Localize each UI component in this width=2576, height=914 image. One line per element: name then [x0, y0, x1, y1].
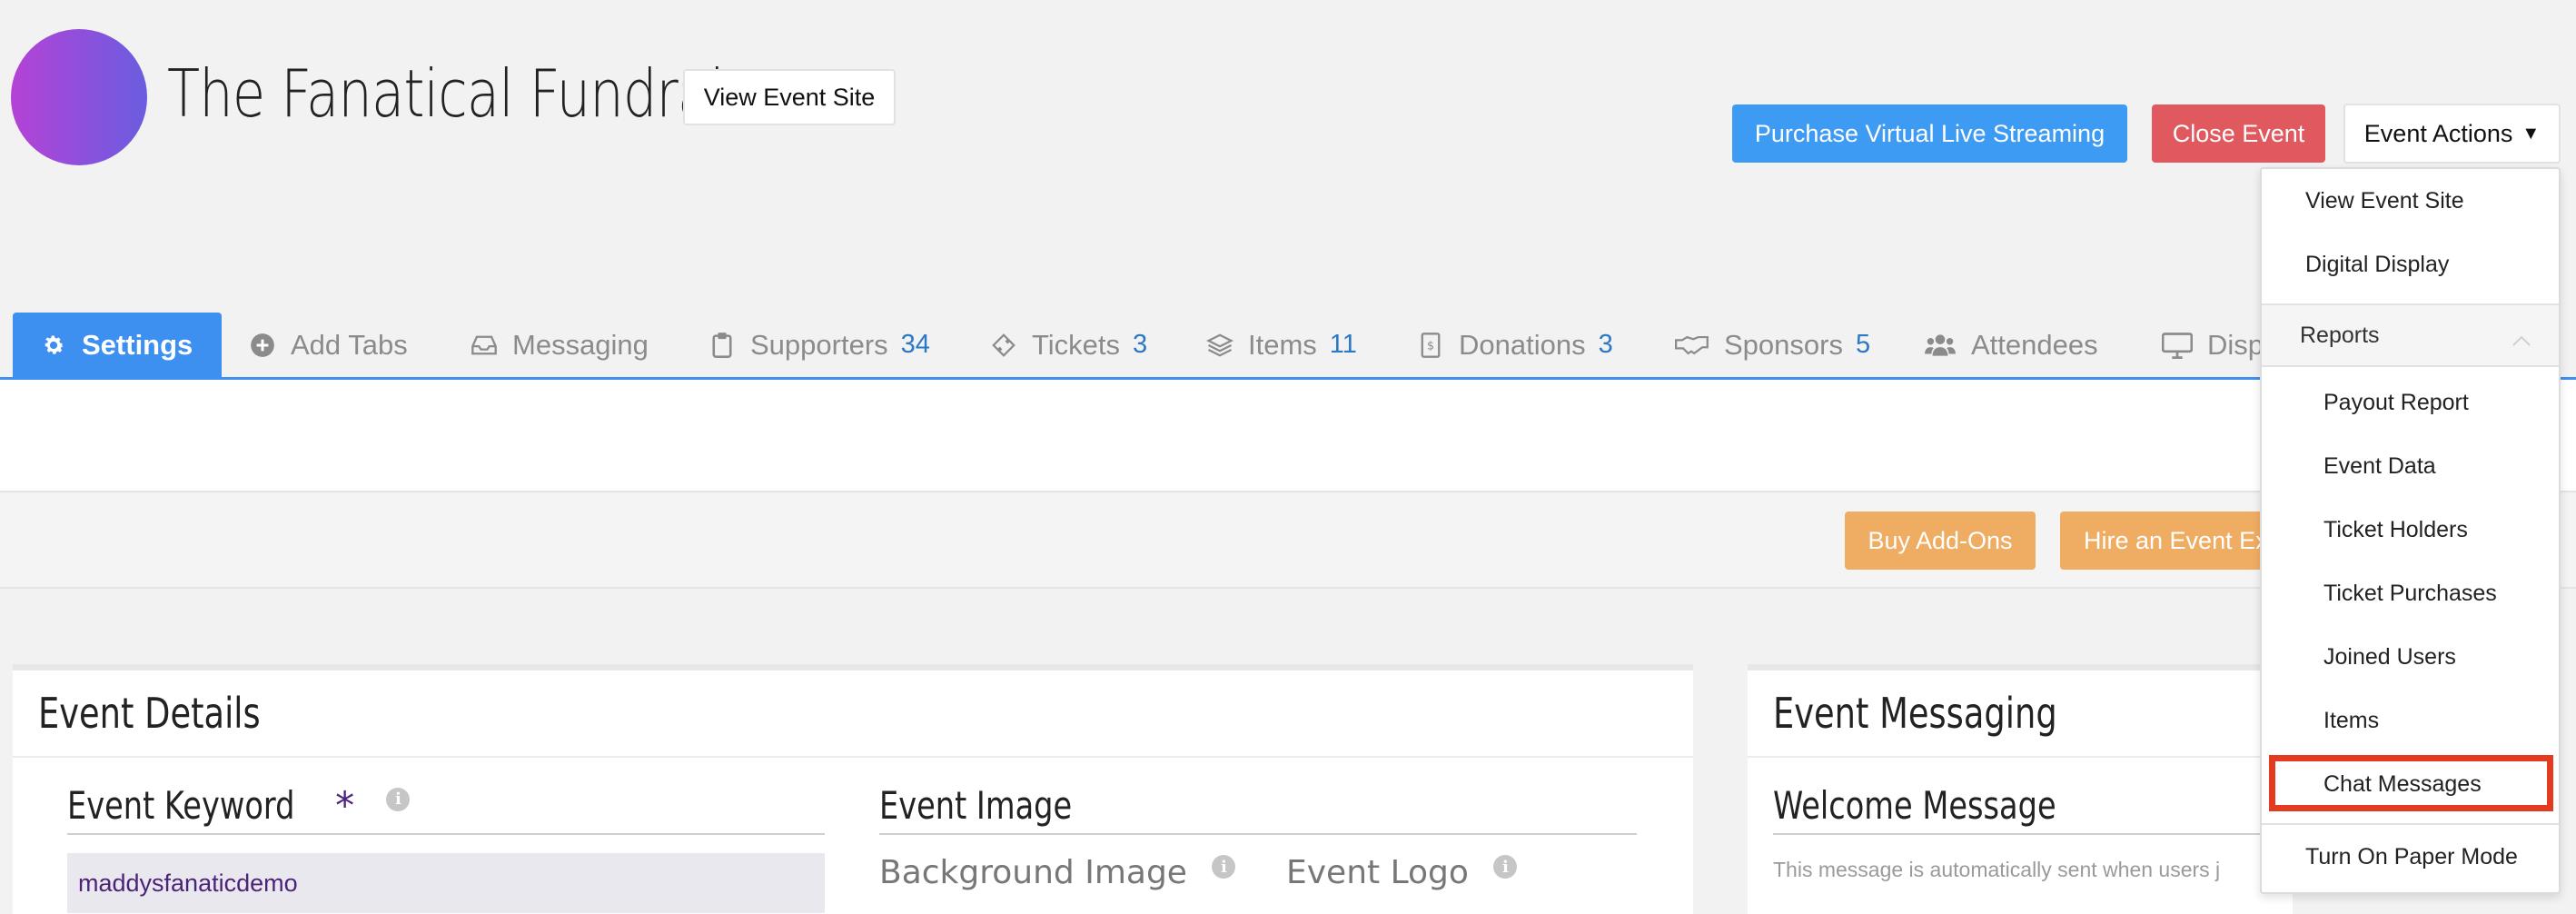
clipboard-icon	[708, 332, 736, 359]
welcome-divider	[1773, 833, 2264, 835]
chevron-up-icon	[2512, 327, 2531, 353]
tab-add-tabs-label: Add Tabs	[291, 328, 408, 361]
tab-attendees[interactable]: Attendees	[1924, 313, 2098, 377]
info-icon[interactable]: i	[1212, 855, 1236, 879]
donation-icon: $	[1417, 332, 1444, 359]
tab-items-label: Items	[1248, 328, 1317, 361]
reports-label: Reports	[2300, 322, 2380, 348]
welcome-helper-text: This message is automatically sent when …	[1773, 858, 2221, 881]
tab-messaging-label: Messaging	[512, 328, 649, 361]
menu-item-event-data[interactable]: Event Data	[2262, 434, 2559, 498]
event-actions-menu: View Event Site Digital Display Reports …	[2260, 167, 2561, 894]
tab-display[interactable]: Displ	[2162, 313, 2270, 377]
plus-circle-icon	[249, 332, 276, 359]
monitor-icon	[2162, 332, 2193, 359]
users-icon	[1924, 332, 1957, 359]
menu-item-payout-report[interactable]: Payout Report	[2262, 371, 2559, 434]
event-avatar	[11, 29, 147, 165]
tab-donations-label: Donations	[1459, 328, 1586, 361]
buy-addons-button[interactable]: Buy Add-Ons	[1845, 512, 2036, 570]
tab-tickets[interactable]: Tickets 3	[990, 313, 1147, 377]
chat-messages-highlight	[2269, 755, 2553, 811]
close-event-button[interactable]: Close Event	[2152, 104, 2325, 163]
menu-item-ticket-holders[interactable]: Ticket Holders	[2262, 498, 2559, 561]
info-icon[interactable]: i	[386, 787, 411, 811]
tab-sponsors[interactable]: Sponsors 5	[1675, 313, 1870, 377]
tab-donations-count: 3	[1598, 330, 1613, 359]
tab-settings-label: Settings	[82, 328, 193, 361]
content-band	[0, 380, 2576, 492]
background-image-label: Background Image i	[879, 854, 1236, 891]
ticket-icon	[990, 332, 1017, 359]
purchase-streaming-button[interactable]: Purchase Virtual Live Streaming	[1732, 104, 2127, 163]
tab-settings[interactable]: Settings	[13, 313, 223, 377]
tab-supporters[interactable]: Supporters 34	[708, 313, 930, 377]
info-icon[interactable]: i	[1493, 855, 1518, 879]
tab-tickets-count: 3	[1133, 330, 1148, 359]
menu-item-view-event-site[interactable]: View Event Site	[2262, 169, 2559, 233]
event-messaging-heading: Event Messaging	[1748, 671, 2293, 758]
inbox-icon	[471, 332, 498, 359]
caret-down-icon: ▼	[2522, 123, 2541, 144]
tab-supporters-count: 34	[900, 330, 930, 359]
tab-donations[interactable]: $ Donations 3	[1417, 313, 1613, 377]
tab-items-count: 11	[1329, 330, 1357, 359]
tab-sponsors-label: Sponsors	[1724, 328, 1843, 361]
keyword-divider	[67, 833, 825, 835]
image-divider	[879, 833, 1637, 835]
tab-add-tabs[interactable]: Add Tabs	[249, 313, 408, 377]
view-event-site-button[interactable]: View Event Site	[683, 69, 896, 125]
event-keyword-label: Event Keyword * i	[67, 783, 411, 828]
required-marker: *	[335, 783, 355, 828]
layers-icon	[1206, 332, 1234, 359]
event-tabs: Settings Add Tabs Messaging Supporters 3…	[0, 313, 2576, 380]
event-keyword-input[interactable]	[67, 853, 825, 913]
handshake-icon	[1675, 332, 1709, 359]
tab-items[interactable]: Items 11	[1206, 313, 1357, 377]
hire-expert-button[interactable]: Hire an Event Ex	[2060, 512, 2278, 570]
menu-item-turn-on-paper-mode[interactable]: Turn On Paper Mode	[2262, 825, 2559, 889]
menu-item-digital-display[interactable]: Digital Display	[2262, 233, 2559, 296]
tab-tickets-label: Tickets	[1032, 328, 1121, 361]
svg-text:$: $	[1427, 338, 1434, 352]
event-actions-label: Event Actions	[2363, 119, 2513, 147]
tab-sponsors-count: 5	[1855, 330, 1871, 359]
tab-messaging[interactable]: Messaging	[471, 313, 649, 377]
tab-attendees-label: Attendees	[1971, 328, 2098, 361]
menu-item-joined-users[interactable]: Joined Users	[2262, 625, 2559, 689]
event-actions-button[interactable]: Event Actions ▼	[2343, 104, 2561, 164]
menu-item-ticket-purchases[interactable]: Ticket Purchases	[2262, 561, 2559, 625]
menu-group-reports[interactable]: Reports	[2262, 303, 2559, 367]
tab-supporters-label: Supporters	[750, 328, 888, 361]
event-image-heading: Event Image	[879, 783, 1073, 828]
welcome-message-heading: Welcome Message	[1773, 783, 2056, 828]
event-details-heading: Event Details	[13, 671, 1693, 758]
gear-icon	[40, 332, 67, 359]
menu-item-items[interactable]: Items	[2262, 689, 2559, 752]
event-logo-label: Event Logo i	[1286, 854, 1518, 891]
